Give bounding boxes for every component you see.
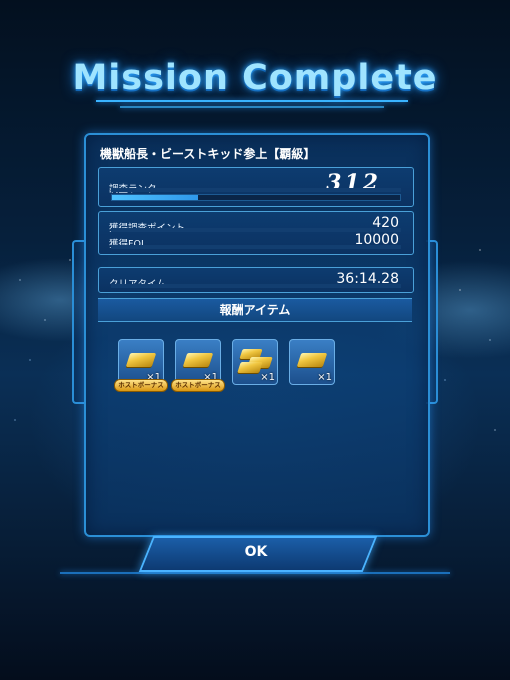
- reward-items-header: 報酬アイテム: [98, 298, 412, 322]
- rank-progress-fill: [112, 195, 199, 200]
- reward-item[interactable]: ×1: [289, 339, 335, 385]
- result-panel: 機獣船長・ビーストキッド参上【覇級】 調査ランク 312 獲得調査ポイント 42…: [84, 133, 430, 537]
- rank-progress-bar: [111, 194, 401, 201]
- panel-left-bracket: [72, 240, 84, 404]
- title-underline: [96, 100, 408, 102]
- host-bonus-badge: ホストボーナス: [171, 379, 225, 392]
- reward-item[interactable]: ×1 ホストボーナス: [114, 339, 168, 392]
- rank-box: 調査ランク 312: [98, 167, 414, 207]
- fol-stripe: [111, 245, 401, 249]
- title-underline-2: [120, 106, 384, 108]
- reward-item[interactable]: ×1 ホストボーナス: [171, 339, 225, 392]
- reward-qty: ×1: [317, 372, 332, 383]
- rank-value: 312: [326, 170, 381, 196]
- mission-name: 機獣船長・ビーストキッド参上【覇級】: [100, 147, 316, 161]
- points-box: 獲得調査ポイント 420 獲得FOL 10000: [98, 211, 414, 255]
- ok-button-label[interactable]: OK: [146, 536, 366, 568]
- reward-qty: ×1: [260, 372, 275, 383]
- host-bonus-badge: ホストボーナス: [114, 379, 168, 392]
- panel-base-line: [60, 572, 450, 574]
- reward-item[interactable]: ×1: [232, 339, 278, 385]
- clear-time-box: クリアタイム 36:14.28: [98, 267, 414, 293]
- rank-stripe: [111, 188, 401, 192]
- mission-complete-title: Mission Complete: [72, 58, 438, 98]
- clear-time-stripe: [111, 284, 401, 288]
